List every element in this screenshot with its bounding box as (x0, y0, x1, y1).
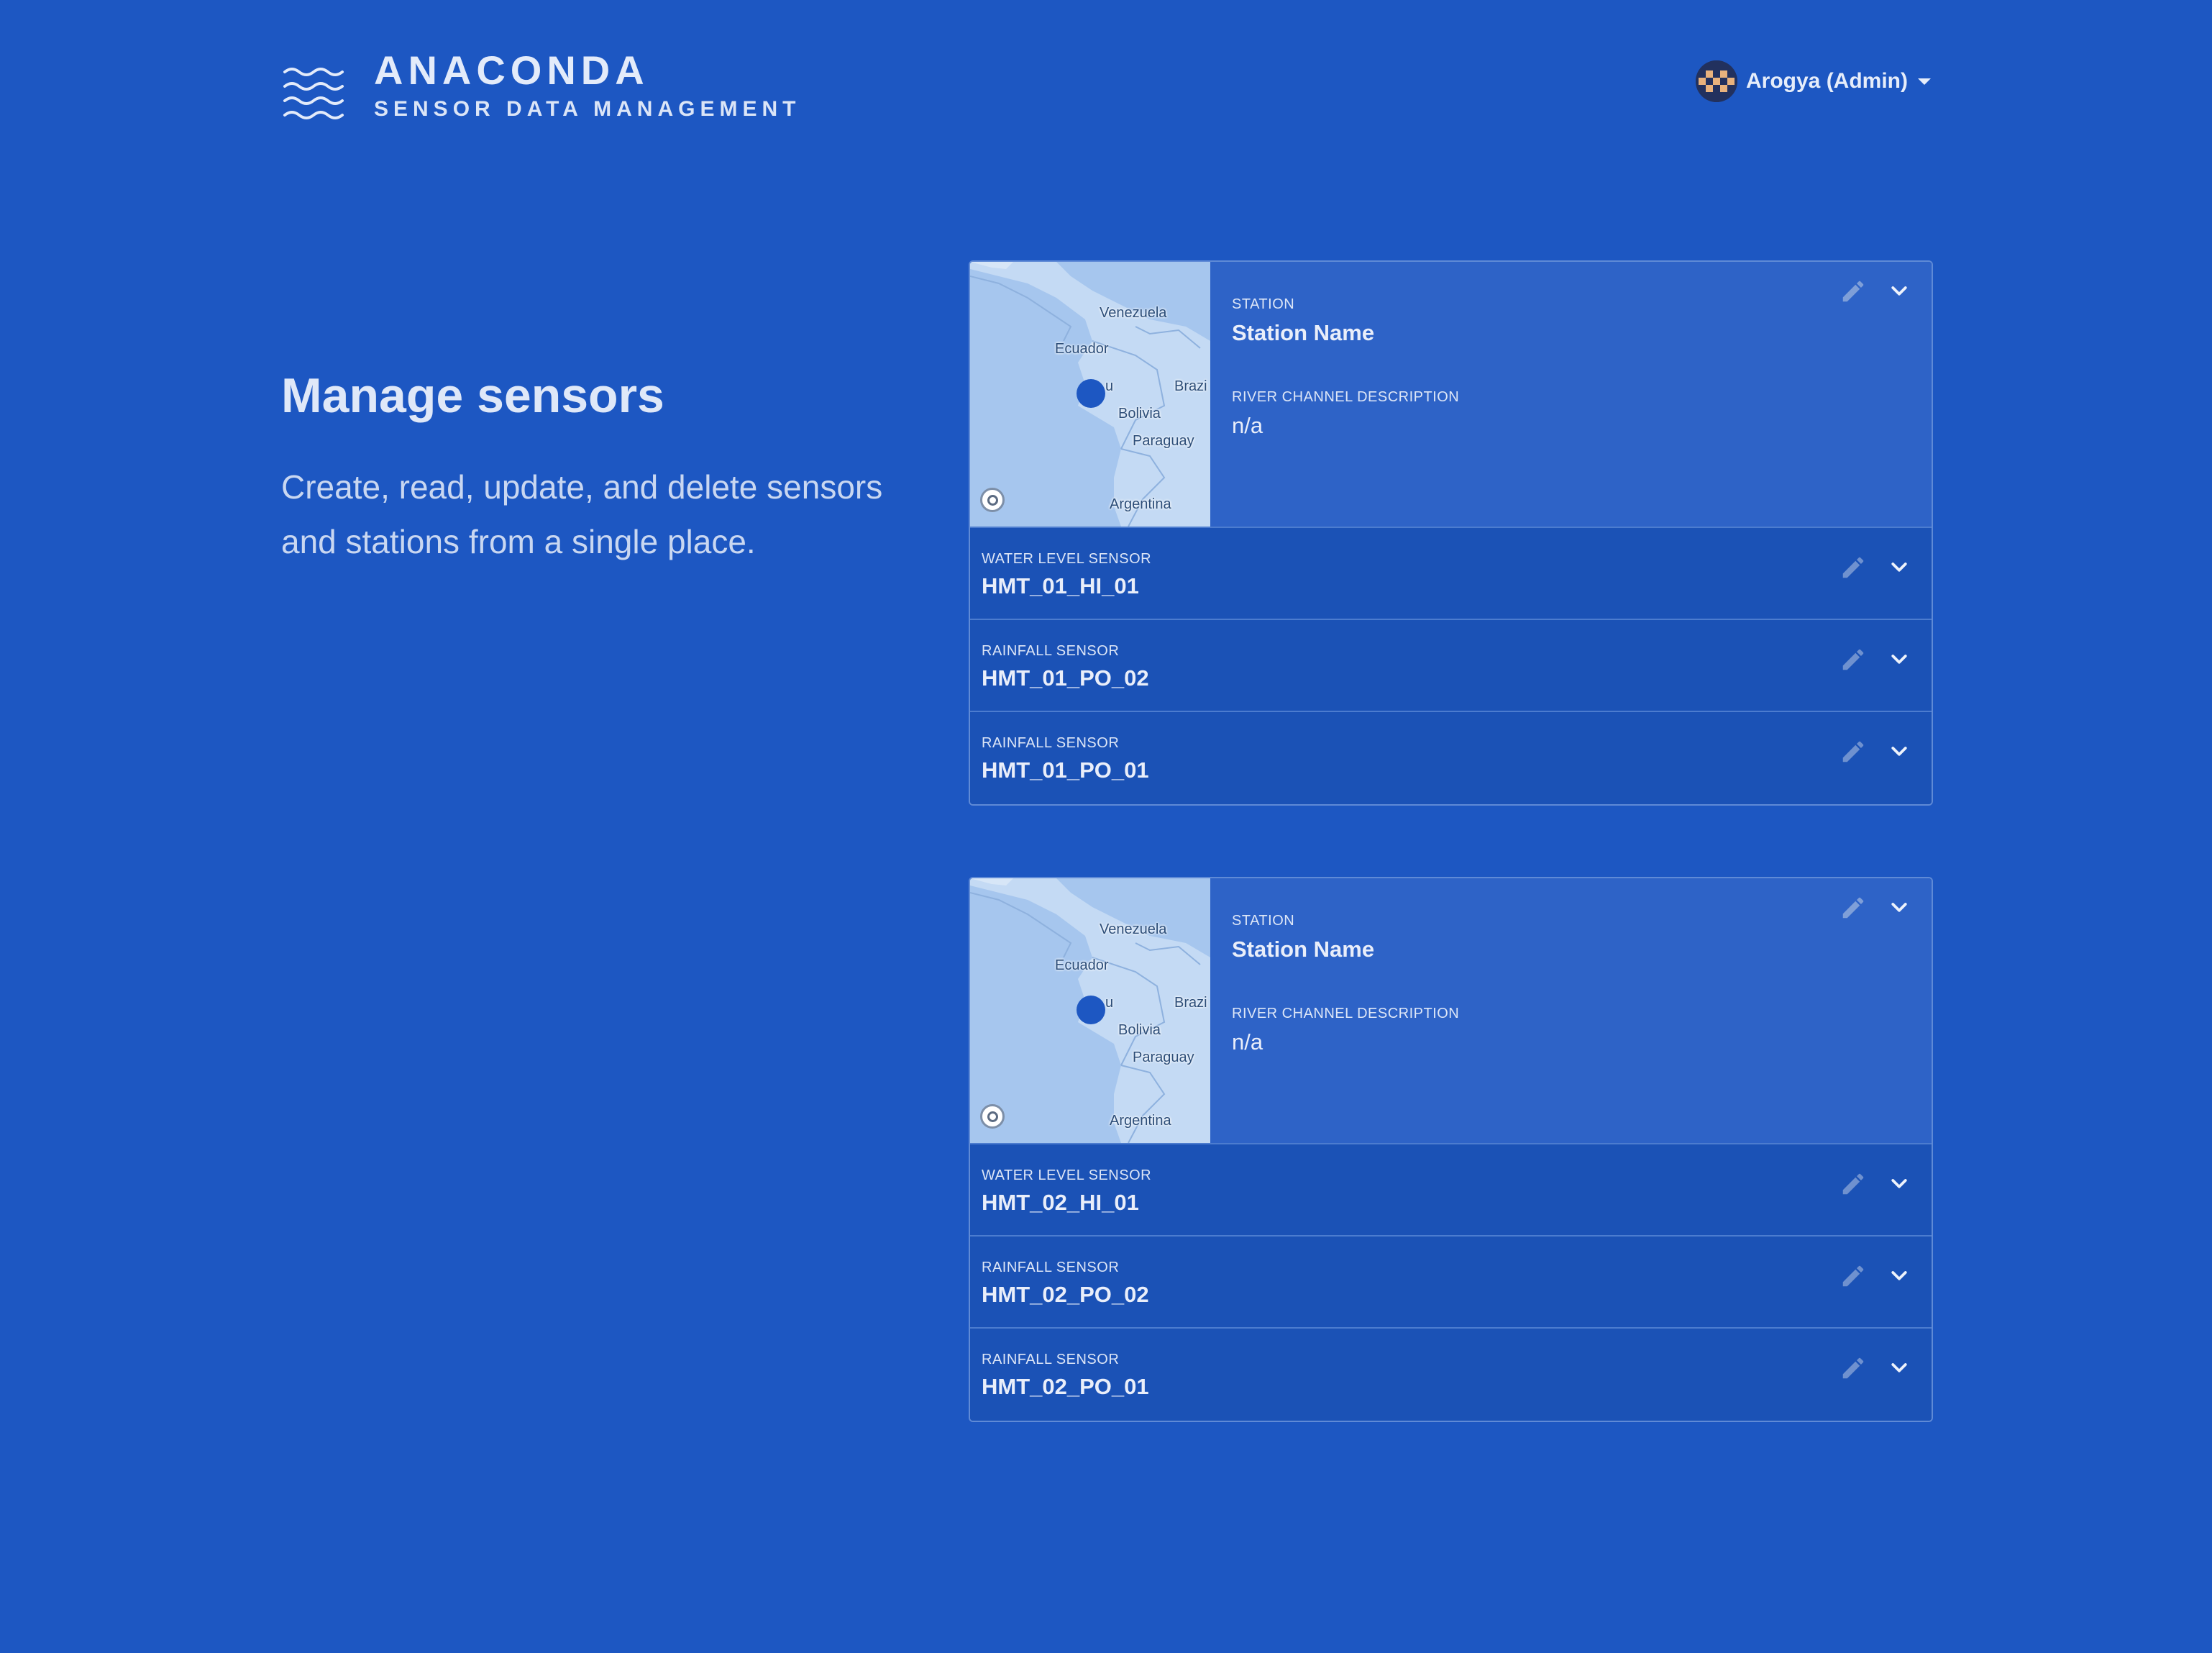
sensor-type: RAINFALL SENSOR (982, 1352, 1120, 1367)
description-value: n/a (1232, 1029, 1263, 1055)
station-card: Venezuela Ecuador u Brazi Bolivia Paragu… (969, 877, 1933, 1422)
waves-icon (283, 68, 344, 119)
map-label-argentina: Argentina (1110, 1113, 1171, 1129)
pencil-icon[interactable] (1839, 894, 1867, 921)
sensor-row[interactable]: RAINFALL SENSOR HMT_01_PO_02 (970, 620, 1932, 712)
chevron-down-icon[interactable] (1888, 1265, 1910, 1287)
sensor-row[interactable]: RAINFALL SENSOR HMT_02_PO_02 (970, 1237, 1932, 1329)
sensor-id: HMT_02_HI_01 (982, 1190, 1139, 1215)
map-label-venezuela: Venezuela (1100, 921, 1167, 937)
brand-subtitle: SENSOR DATA MANAGEMENT (374, 97, 801, 121)
sensor-id: HMT_01_PO_01 (982, 757, 1149, 783)
description-label: RIVER CHANNEL DESCRIPTION (1232, 1006, 1460, 1021)
sensor-type: WATER LEVEL SENSOR (982, 551, 1152, 567)
chevron-down-icon[interactable] (1888, 1173, 1910, 1195)
user-name[interactable]: Arogya (Admin) (1746, 69, 1908, 94)
page-title: Manage sensors (281, 368, 664, 423)
map-label-ecuador: Ecuador (1055, 341, 1109, 357)
locate-icon[interactable] (980, 1104, 1005, 1129)
chevron-down-icon[interactable] (1888, 557, 1910, 578)
chevron-down-icon[interactable] (1888, 649, 1910, 670)
station-card: Venezuela Ecuador u Brazi Bolivia Paragu… (969, 260, 1933, 806)
intro-section: Manage sensors Create, read, update, and… (281, 363, 914, 569)
map-label-paraguay: Paraguay (1133, 433, 1194, 449)
pencil-icon[interactable] (1839, 278, 1867, 305)
pencil-icon[interactable] (1839, 646, 1867, 673)
station-header: Venezuela Ecuador u Brazi Bolivia Paragu… (970, 262, 1932, 528)
pencil-icon[interactable] (1839, 738, 1867, 765)
station-name: Station Name (1232, 937, 1375, 962)
pencil-icon[interactable] (1839, 1354, 1867, 1382)
map-label-peru: u (1105, 995, 1114, 1011)
station-marker[interactable] (1077, 996, 1105, 1024)
user-menu[interactable]: Arogya (Admin) (1696, 60, 1931, 102)
chevron-down-icon[interactable] (1888, 897, 1910, 919)
station-header: Venezuela Ecuador u Brazi Bolivia Paragu… (970, 878, 1932, 1144)
map-label-argentina: Argentina (1110, 496, 1171, 512)
station-marker[interactable] (1077, 379, 1105, 408)
sensor-type: RAINFALL SENSOR (982, 643, 1120, 659)
station-map[interactable]: Venezuela Ecuador u Brazi Bolivia Paragu… (970, 262, 1210, 527)
chevron-down-icon[interactable] (1888, 741, 1910, 762)
map-label-brazil: Brazi (1174, 378, 1207, 394)
description-label: RIVER CHANNEL DESCRIPTION (1232, 389, 1460, 405)
page-description: Create, read, update, and delete sensors… (281, 468, 883, 560)
map-label-ecuador: Ecuador (1055, 957, 1109, 973)
app-header: ANACONDA SENSOR DATA MANAGEMENT Arogya (… (282, 45, 1931, 131)
map-label-bolivia: Bolivia (1118, 1022, 1161, 1038)
chevron-down-icon[interactable] (1888, 1357, 1910, 1379)
map-label-brazil: Brazi (1174, 995, 1207, 1011)
sensor-type: WATER LEVEL SENSOR (982, 1167, 1152, 1183)
map-label-peru: u (1105, 378, 1114, 394)
locate-icon[interactable] (980, 488, 1005, 512)
pencil-icon[interactable] (1839, 1262, 1867, 1290)
avatar-image (1696, 60, 1737, 102)
sensor-row[interactable]: RAINFALL SENSOR HMT_02_PO_01 (970, 1329, 1932, 1421)
sensor-id: HMT_01_HI_01 (982, 573, 1139, 598)
sensor-id: HMT_01_PO_02 (982, 665, 1149, 691)
map-label-venezuela: Venezuela (1100, 305, 1167, 321)
sensor-type: RAINFALL SENSOR (982, 735, 1120, 751)
station-map[interactable]: Venezuela Ecuador u Brazi Bolivia Paragu… (970, 878, 1210, 1143)
sensor-type: RAINFALL SENSOR (982, 1260, 1120, 1275)
avatar[interactable] (1696, 60, 1737, 102)
map-label-paraguay: Paraguay (1133, 1049, 1194, 1065)
caret-down-icon[interactable] (1918, 78, 1931, 85)
sensor-id: HMT_02_PO_01 (982, 1374, 1149, 1399)
description-value: n/a (1232, 413, 1263, 438)
sensor-id: HMT_02_PO_02 (982, 1282, 1149, 1307)
pencil-icon[interactable] (1839, 1170, 1867, 1198)
sensor-row[interactable]: RAINFALL SENSOR HMT_01_PO_01 (970, 712, 1932, 804)
station-label: STATION (1232, 296, 1295, 312)
sensor-row[interactable]: WATER LEVEL SENSOR HMT_02_HI_01 (970, 1144, 1932, 1237)
pencil-icon[interactable] (1839, 554, 1867, 581)
sensor-row[interactable]: WATER LEVEL SENSOR HMT_01_HI_01 (970, 528, 1932, 620)
station-label: STATION (1232, 913, 1295, 929)
map-label-bolivia: Bolivia (1118, 406, 1161, 422)
brand-title: ANACONDA (374, 47, 649, 93)
chevron-down-icon[interactable] (1888, 281, 1910, 302)
station-name: Station Name (1232, 320, 1375, 345)
brand[interactable]: ANACONDA SENSOR DATA MANAGEMENT (282, 45, 800, 127)
